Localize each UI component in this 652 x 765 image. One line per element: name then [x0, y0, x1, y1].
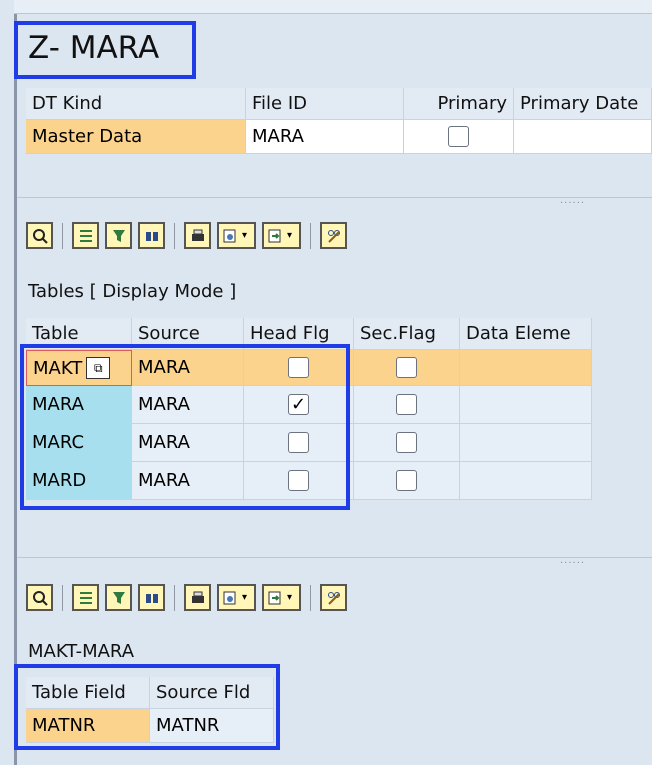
col-file-id: File ID [246, 88, 404, 120]
sec-flag-cell [354, 386, 460, 424]
file-id-cell[interactable]: MARA [246, 120, 404, 154]
data-element-cell[interactable] [460, 386, 592, 424]
top-border [14, 0, 652, 14]
details-icon[interactable] [26, 222, 53, 249]
data-element-cell[interactable] [460, 462, 592, 500]
sec-flag-cell [354, 462, 460, 500]
primary-cell [404, 120, 514, 154]
sec-flag-checkbox[interactable] [396, 432, 417, 453]
find-icon[interactable] [138, 222, 165, 249]
data-element-cell[interactable] [460, 424, 592, 462]
dt-kind-cell[interactable]: Master Data [26, 120, 246, 154]
splitter-grip[interactable]: ······ [560, 198, 585, 209]
page-title: Z- MARA [28, 30, 160, 66]
sec-flag-checkbox[interactable] [396, 357, 417, 378]
splitter-top[interactable] [17, 197, 652, 205]
data-element-cell[interactable] [460, 350, 592, 386]
col-sec-flag: Sec.Flag [354, 318, 460, 350]
section-title-fields: MAKT-MARA [28, 641, 135, 662]
tables-highlight [20, 344, 350, 510]
find-icon[interactable] [138, 584, 165, 611]
fields-highlight [14, 664, 280, 750]
toolbar-separator [174, 584, 175, 611]
col-dt-kind: DT Kind [26, 88, 246, 120]
toolbar-separator [62, 584, 63, 611]
col-primary: Primary [404, 88, 514, 120]
splitter-bottom[interactable] [17, 557, 652, 565]
sort-ascending-icon[interactable] [72, 584, 99, 611]
toolbar-separator [174, 222, 175, 249]
sec-flag-checkbox[interactable] [396, 470, 417, 491]
sort-ascending-icon[interactable] [72, 222, 99, 249]
toolbar-fields: ▾ ▾ [26, 584, 347, 611]
sec-flag-checkbox[interactable] [396, 394, 417, 415]
filter-icon[interactable] [105, 222, 132, 249]
details-icon[interactable] [26, 584, 53, 611]
change-layout-icon[interactable] [320, 584, 347, 611]
splitter-grip[interactable]: ······ [560, 558, 585, 569]
export-icon[interactable]: ▾ [217, 222, 256, 249]
layout-icon[interactable]: ▾ [262, 222, 301, 249]
sec-flag-cell [354, 424, 460, 462]
section-title-tables: Tables [ Display Mode ] [28, 281, 237, 302]
layout-icon[interactable]: ▾ [262, 584, 301, 611]
print-icon[interactable] [184, 584, 211, 611]
col-primary-date: Primary Date [514, 88, 652, 120]
toolbar-separator [310, 584, 311, 611]
toolbar-tables: ▾ ▾ [26, 222, 347, 249]
export-icon[interactable]: ▾ [217, 584, 256, 611]
primary-checkbox[interactable] [448, 126, 469, 147]
toolbar-separator [62, 222, 63, 249]
primary-date-cell[interactable] [514, 120, 652, 154]
filter-icon[interactable] [105, 584, 132, 611]
col-data-element: Data Eleme [460, 318, 592, 350]
sec-flag-cell [354, 350, 460, 386]
change-layout-icon[interactable] [320, 222, 347, 249]
toolbar-separator [310, 222, 311, 249]
left-border [14, 0, 17, 765]
print-icon[interactable] [184, 222, 211, 249]
